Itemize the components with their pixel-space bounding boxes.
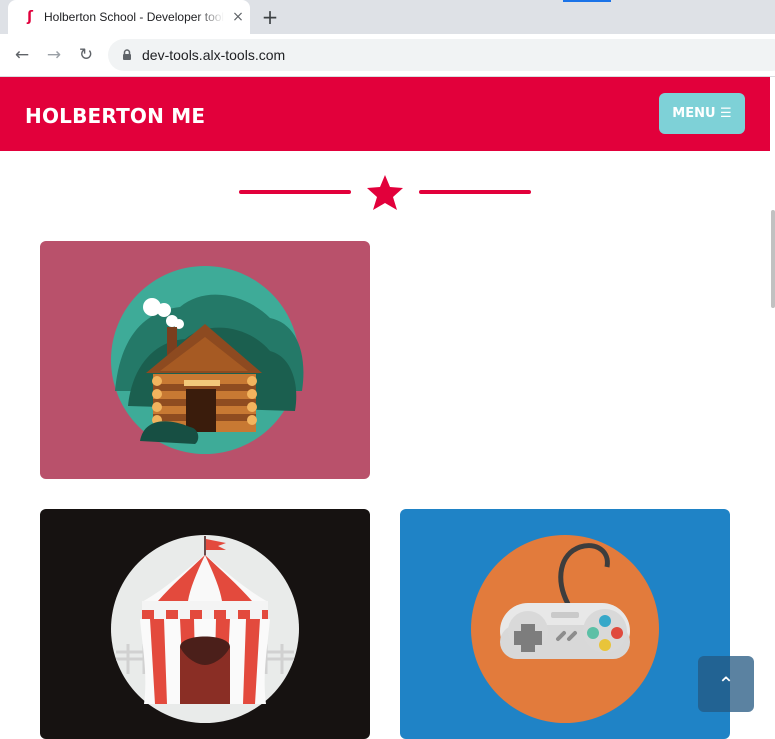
tab-strip: ʃ Holberton School - Developer tools × + bbox=[0, 0, 775, 34]
page-scrollbar[interactable] bbox=[771, 210, 775, 308]
menu-button[interactable]: MENU ☰ bbox=[659, 93, 745, 134]
log-cabin-illustration bbox=[111, 266, 304, 454]
site-header: HOLBERTON ME MENU ☰ bbox=[0, 77, 770, 151]
reload-button[interactable]: ↻ bbox=[74, 43, 98, 67]
new-tab-button[interactable]: + bbox=[259, 6, 281, 28]
url-text: dev-tools.alx-tools.com bbox=[142, 47, 286, 63]
chevron-up-icon: ⌃ bbox=[717, 672, 735, 696]
close-tab-icon[interactable]: × bbox=[230, 9, 246, 25]
active-tab-indicator bbox=[563, 0, 611, 2]
lock-icon bbox=[123, 49, 131, 60]
back-to-top-button[interactable]: ⌃ bbox=[698, 656, 754, 712]
browser-toolbar: ← → ↻ dev-tools.alx-tools.com bbox=[0, 34, 775, 77]
brand-title[interactable]: HOLBERTON ME bbox=[25, 104, 205, 128]
tab-title: Holberton School - Developer tools bbox=[44, 10, 224, 24]
browser-tab[interactable]: ʃ Holberton School - Developer tools × bbox=[8, 0, 250, 34]
back-button[interactable]: ← bbox=[10, 43, 34, 67]
game-controller-illustration bbox=[471, 535, 659, 723]
star-icon bbox=[367, 175, 403, 210]
address-bar[interactable]: dev-tools.alx-tools.com bbox=[108, 39, 775, 71]
portfolio-card-circus[interactable] bbox=[40, 509, 370, 739]
browser-chrome: ʃ Holberton School - Developer tools × +… bbox=[0, 0, 775, 77]
portfolio-card-game-controller[interactable] bbox=[400, 509, 730, 739]
circus-tent-illustration bbox=[111, 535, 299, 723]
portfolio-card-cabin[interactable] bbox=[40, 241, 370, 479]
divider-left-line bbox=[239, 190, 351, 194]
forward-button[interactable]: → bbox=[42, 43, 66, 67]
divider-right-line bbox=[419, 190, 531, 194]
holberton-seahorse-icon: ʃ bbox=[27, 9, 33, 25]
